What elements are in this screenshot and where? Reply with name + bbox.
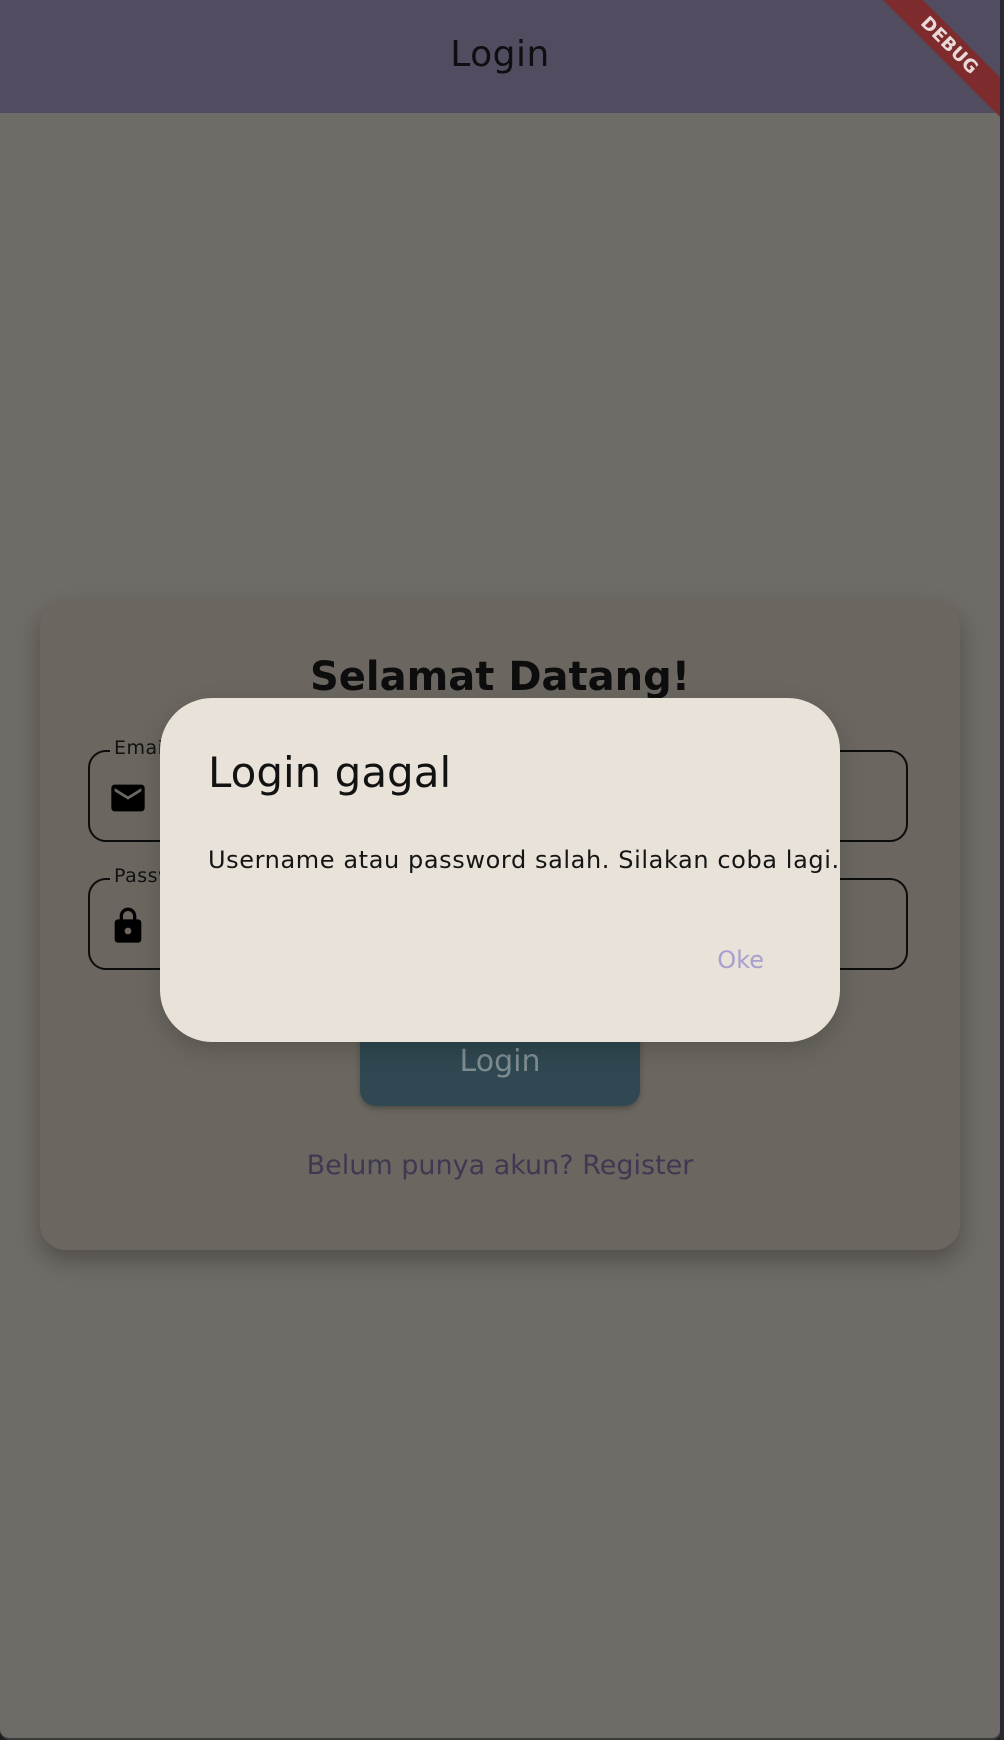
debug-banner-label: DEBUG <box>880 0 1000 120</box>
app-bar: Login <box>0 0 1000 113</box>
app-window: Login DEBUG Selamat Datang! Email Passwo… <box>0 0 1002 1740</box>
window-edge <box>1000 0 1004 1740</box>
login-failed-dialog: Login gagal Username atau password salah… <box>160 698 840 1042</box>
register-link[interactable]: Belum punya akun? Register <box>40 1150 960 1181</box>
ok-button[interactable]: Oke <box>717 946 764 974</box>
debug-banner: DEBUG <box>880 0 1000 120</box>
mail-icon <box>111 784 145 812</box>
welcome-title: Selamat Datang! <box>309 654 691 700</box>
lock-icon <box>114 907 142 943</box>
app-bar-title: Login <box>450 34 550 75</box>
dialog-message: Username atau password salah. Silakan co… <box>208 846 840 874</box>
dialog-title: Login gagal <box>208 748 452 797</box>
